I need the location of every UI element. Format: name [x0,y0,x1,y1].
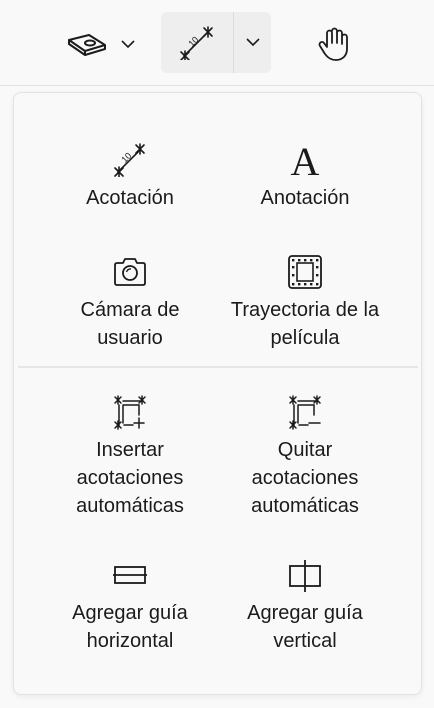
tool-label: Anotación [260,187,350,209]
tool-label: Insertar acotaciones automáticas [76,439,184,517]
auto-dimension-add-icon [111,392,149,432]
surface-tool-button[interactable] [56,14,146,74]
tool-label: Trayectoria de la película [230,299,380,349]
chevron-down-icon [245,38,260,47]
dimension-tool-split-button: 10 [161,12,271,73]
hand-icon [317,26,351,62]
svg-text:A: A [291,142,320,178]
tool-agregar-guia-vertical[interactable]: Agregar guía vertical [217,555,393,655]
tool-trayectoria-de-la-pelicula[interactable]: Trayectoria de la película [217,252,393,352]
camera-icon [112,252,148,292]
tool-label: Cámara de usuario [80,299,180,349]
vertical-guide-icon [287,555,323,595]
dimension-icon: 10 [180,25,214,60]
auto-dimension-remove-icon [286,392,324,432]
tool-agregar-guia-horizontal[interactable]: Agregar guía horizontal [42,555,218,655]
horizontal-guide-icon [112,555,148,595]
dimension-tool-dropdown[interactable] [234,12,271,73]
chevron-down-icon[interactable] [121,39,135,49]
tool-label: Quitar acotaciones automáticas [251,439,359,517]
tool-insertar-acotaciones-automaticas[interactable]: Insertar acotaciones automáticas [42,392,218,520]
dimension-icon: 10 [113,140,147,180]
text-annotation-icon: A [287,140,323,180]
tool-acotacion[interactable]: 10 Acotación [42,140,218,212]
tool-anotacion[interactable]: A Anotación [217,140,393,212]
surface-plate-icon [67,32,107,56]
section-divider [18,366,418,368]
dimension-tool-button[interactable]: 10 [161,12,233,73]
svg-text:10: 10 [119,151,133,165]
pan-tool-button[interactable] [306,14,362,74]
film-strip-icon [287,252,323,292]
top-toolbar: 10 [0,0,434,86]
svg-text:10: 10 [186,34,200,48]
tool-label: Acotación [86,187,174,209]
tool-quitar-acotaciones-automaticas[interactable]: Quitar acotaciones automáticas [217,392,393,520]
tool-label: Agregar guía horizontal [72,602,188,652]
tool-camara-de-usuario[interactable]: Cámara de usuario [42,252,218,352]
tool-label: Agregar guía vertical [247,602,363,652]
